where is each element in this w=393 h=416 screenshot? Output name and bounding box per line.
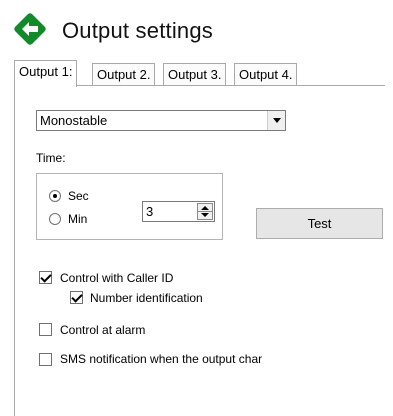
checkbox-control-at-alarm[interactable] — [39, 323, 52, 336]
time-value: 3 — [146, 204, 154, 219]
tab-output-1[interactable]: Output 1: — [14, 60, 78, 87]
stepper-down-icon[interactable] — [198, 212, 212, 220]
tab-output-3[interactable]: Output 3. — [163, 63, 227, 85]
mode-select[interactable]: Monostable — [36, 110, 286, 131]
radio-sec-label: Sec — [68, 189, 89, 203]
page-title: Output settings — [62, 18, 213, 43]
checkbox-number-identification-label: Number identification — [90, 291, 203, 305]
tab-panel — [14, 85, 385, 416]
chevron-down-icon[interactable] — [267, 111, 285, 130]
stepper-buttons — [197, 203, 213, 220]
time-label: Time: — [36, 151, 66, 165]
tab-output-2[interactable]: Output 2. — [92, 63, 156, 85]
test-button[interactable]: Test — [256, 208, 383, 239]
radio-min-label: Min — [68, 212, 88, 226]
checkbox-control-caller-id[interactable] — [39, 271, 52, 284]
header: Output settings — [0, 0, 393, 52]
checkbox-sms-notification[interactable] — [39, 353, 52, 366]
checkbox-control-at-alarm-label: Control at alarm — [60, 323, 146, 337]
back-arrow-icon[interactable] — [12, 11, 48, 47]
time-value-stepper[interactable]: 3 — [142, 201, 215, 222]
tab-output-4[interactable]: Output 4. — [234, 63, 298, 85]
checkbox-sms-notification-label: SMS notification when the output char — [60, 352, 263, 366]
radio-sec[interactable] — [49, 190, 61, 202]
checkbox-control-caller-id-label: Control with Caller ID — [60, 271, 174, 285]
radio-min[interactable] — [49, 213, 61, 225]
mode-select-value: Monostable — [40, 113, 108, 128]
checkbox-number-identification[interactable] — [70, 291, 83, 304]
stepper-up-icon[interactable] — [198, 204, 212, 212]
